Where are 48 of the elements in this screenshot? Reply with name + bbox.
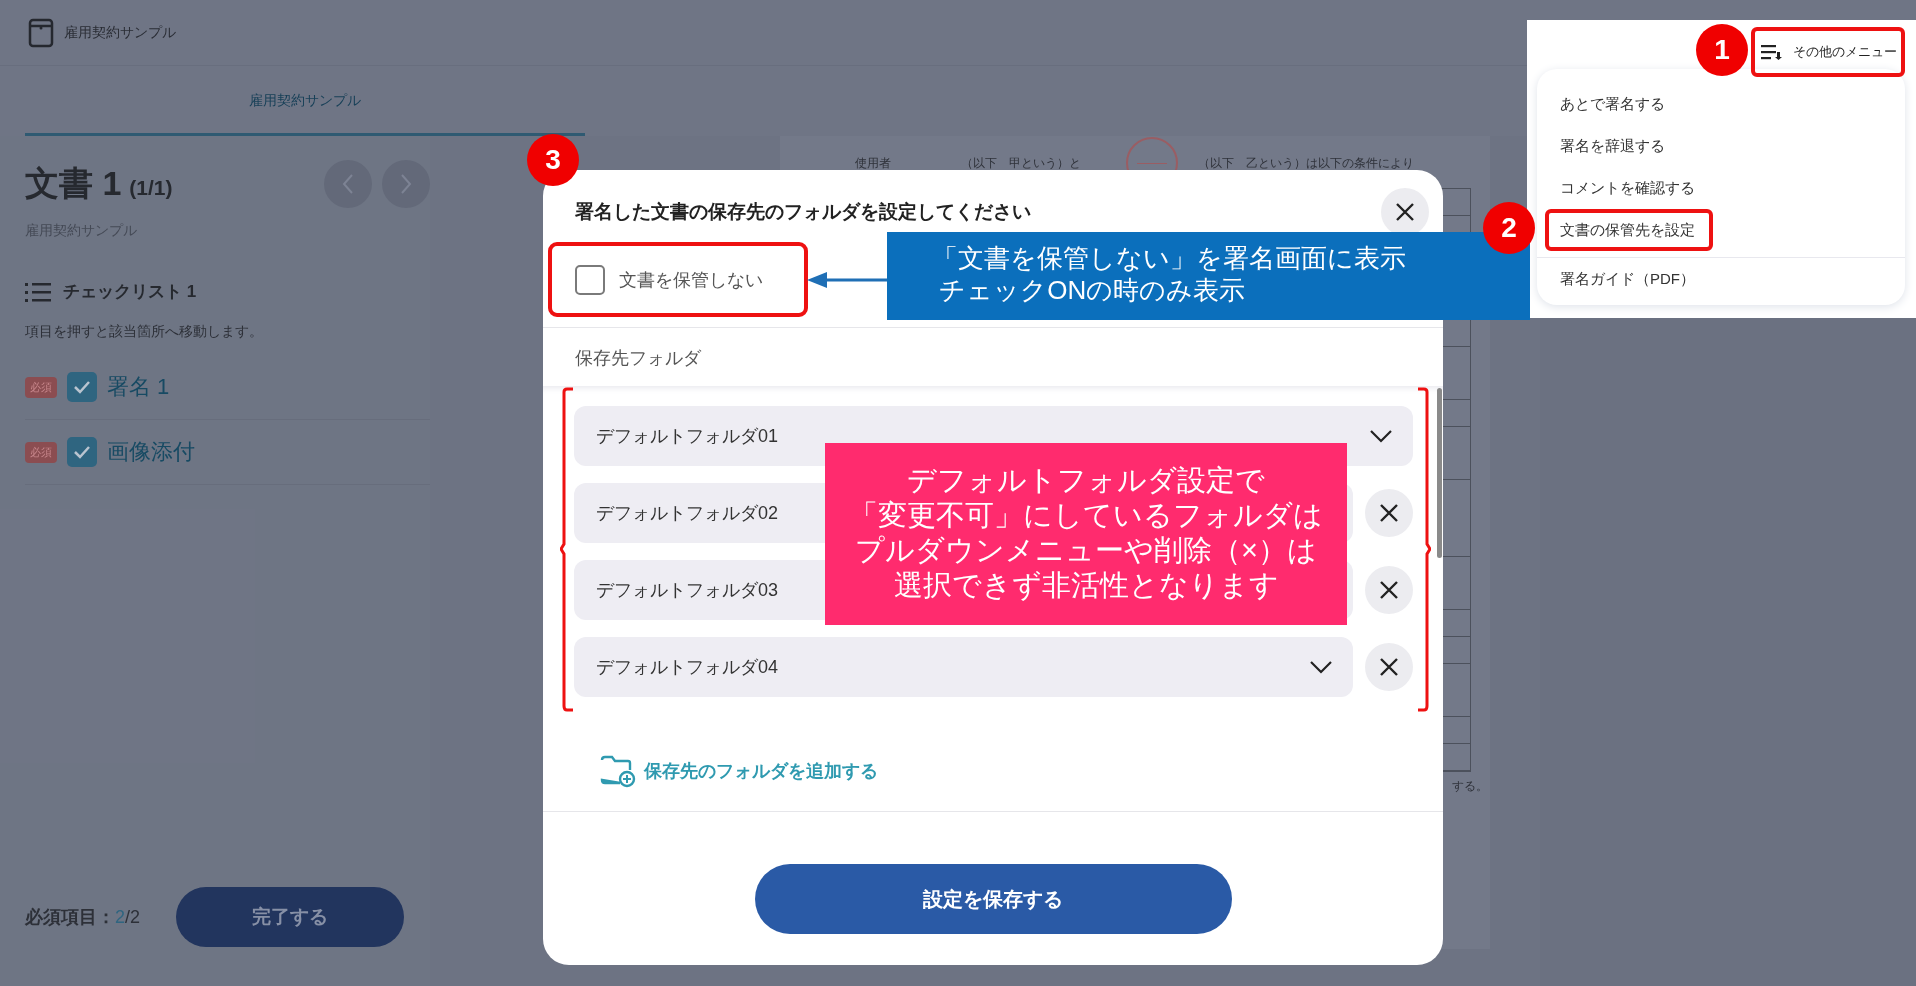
document-title: 文書 1 xyxy=(25,163,122,204)
document-text: する。 xyxy=(1451,778,1488,795)
complete-button[interactable]: 完了する xyxy=(176,886,405,947)
more-menu-button[interactable]: その他のメニュー xyxy=(1751,27,1905,77)
annotation-text: デフォルトフォルダ設定で xyxy=(906,463,1266,498)
annotation-text: チェックONの時のみ表示 xyxy=(938,274,1247,306)
required-done-count: 2 xyxy=(115,906,125,927)
menu-item[interactable]: コメントを確認する xyxy=(1537,167,1905,209)
save-button[interactable]: 設定を保存する xyxy=(754,864,1232,934)
menu-item[interactable]: 署名ガイド（PDF） xyxy=(1537,257,1905,300)
menu-item[interactable]: 署名を辞退する xyxy=(1537,125,1905,167)
checklist-icon xyxy=(25,280,51,303)
checkmark-icon xyxy=(73,380,91,394)
checklist-hint: 項目を押すと該当箇所へ移動します。 xyxy=(25,323,264,341)
annotation-text: 「文書を保管しない」を署名画面に表示 xyxy=(932,242,1407,274)
chevron-right-icon xyxy=(400,174,412,194)
app-title: 雇用契約サンプル xyxy=(64,23,176,42)
required-label: 必須項目： xyxy=(25,906,115,927)
list-sort-icon xyxy=(1761,44,1783,60)
menu-item[interactable]: あとで署名する xyxy=(1537,83,1905,125)
annotation-text: プルダウンメニューや削除（×）は xyxy=(854,533,1318,568)
document-icon xyxy=(28,17,54,48)
folder-select[interactable]: デフォルトフォルダ04 xyxy=(574,637,1353,697)
close-icon xyxy=(1394,201,1416,223)
close-icon xyxy=(1378,502,1400,524)
document-text: （以下 乙という）は以下の条件により xyxy=(1198,154,1414,172)
section-heading: 保存先フォルダ xyxy=(574,347,702,370)
document-count: (1/1) xyxy=(129,176,173,200)
checklist-title: チェックリスト 1 xyxy=(63,281,197,303)
document-text: （以下 甲という）と xyxy=(961,154,1081,172)
checkbox[interactable] xyxy=(67,372,97,402)
document-text: 使用者 xyxy=(855,154,891,172)
annotation-text: 「変更不可」にしているフォルダは xyxy=(848,498,1324,533)
checkbox-label[interactable]: 文書を保管しない xyxy=(619,267,763,292)
remove-button[interactable] xyxy=(1365,643,1413,691)
close-icon xyxy=(1378,579,1400,601)
checkbox[interactable] xyxy=(67,437,97,467)
dialog-title: 署名した文書の保存先のフォルダを設定してください xyxy=(575,200,1031,224)
checkbox[interactable] xyxy=(575,264,605,295)
folder-add-icon xyxy=(600,754,636,788)
annotation-text: 選択できず非活性となります xyxy=(892,568,1280,603)
checkmark-icon xyxy=(73,445,91,459)
menu-item[interactable]: 文書の保管先を設定 xyxy=(1537,209,1905,251)
remove-button[interactable] xyxy=(1365,489,1413,537)
remove-button[interactable] xyxy=(1365,566,1413,614)
close-icon xyxy=(1378,656,1400,678)
required-total-count: /2 xyxy=(125,906,141,927)
chevron-left-icon xyxy=(342,174,354,194)
